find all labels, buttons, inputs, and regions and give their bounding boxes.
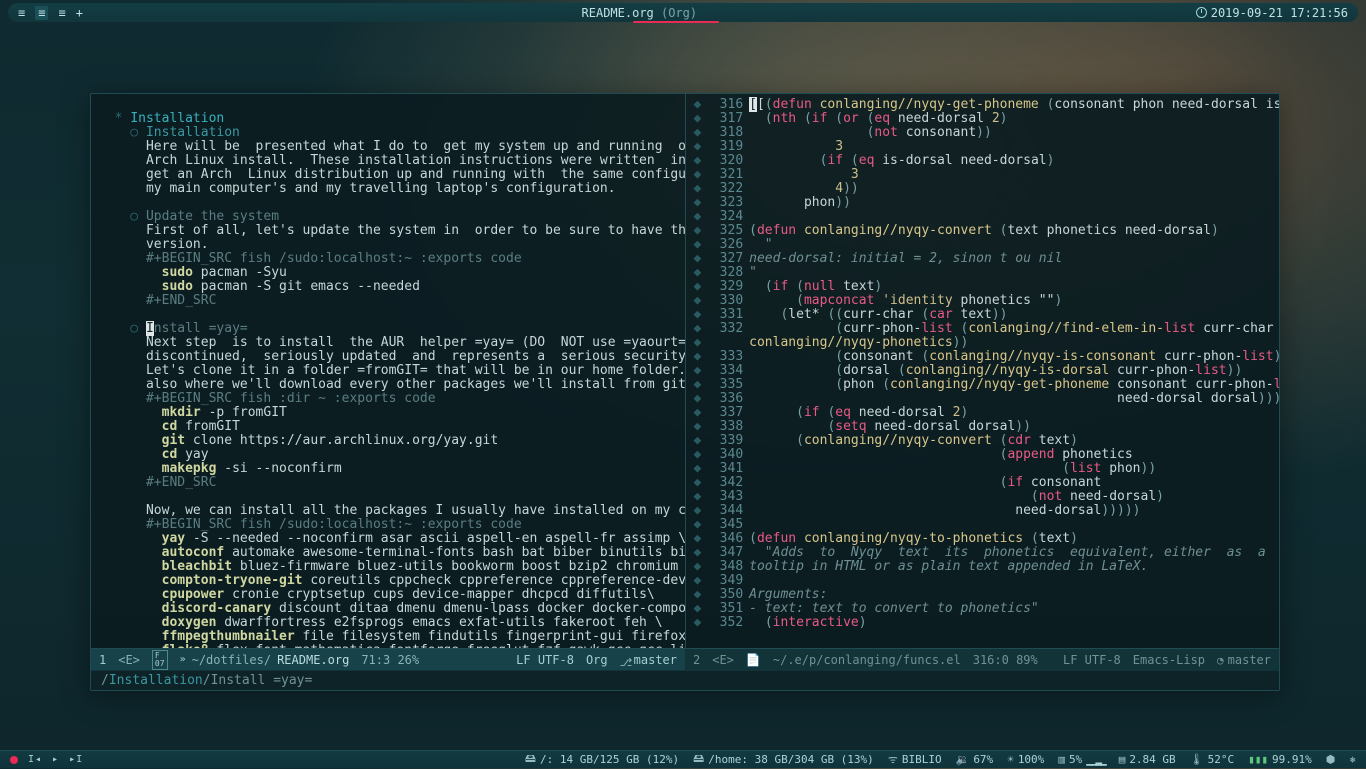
media-prev-icon[interactable]: I◂ bbox=[28, 754, 42, 765]
body-text: get an Arch Linux distribution up and ru… bbox=[146, 167, 686, 182]
active-tab-underline bbox=[633, 21, 719, 23]
add-icon[interactable]: + bbox=[76, 6, 83, 20]
clock-text: 2019-09-21 17:21:56 bbox=[1211, 6, 1348, 20]
body-text: Next step is to install the AUR helper =… bbox=[146, 335, 686, 350]
split-panes: * Installation ○ Installation Here will … bbox=[91, 94, 1279, 648]
window-titlebar: ≡ ≡ ≡ + README.org (Org) 2019-09-21 17:2… bbox=[8, 3, 1358, 22]
body-text: version. bbox=[146, 237, 209, 252]
src-begin: #+BEGIN_SRC fish /sudo:localhost:~ :expo… bbox=[146, 251, 522, 266]
git-icon bbox=[620, 655, 630, 665]
volume-icon: 🔉 bbox=[956, 753, 970, 766]
menu-icon[interactable]: ≡ bbox=[35, 6, 48, 20]
battery: ▮▮▮99.91% bbox=[1248, 753, 1312, 766]
disk-icon: 🖴 bbox=[525, 750, 536, 769]
git-branch: master bbox=[620, 653, 677, 667]
left-pane[interactable]: * Installation ○ Installation Here will … bbox=[91, 94, 686, 648]
body-text: discontinued, seriously updated and repr… bbox=[146, 349, 686, 364]
menu-icon[interactable]: ≡ bbox=[18, 6, 25, 20]
window-number: 2 bbox=[693, 653, 700, 667]
cmd: sudo bbox=[162, 279, 193, 294]
volume[interactable]: 🔉67% bbox=[956, 753, 994, 766]
temp: 🌡52°C bbox=[1190, 753, 1234, 766]
discord-icon[interactable]: ⬢ bbox=[1326, 753, 1336, 766]
sun-icon: ☀ bbox=[1007, 753, 1014, 766]
body-text: my main computer's and my travelling lap… bbox=[146, 181, 616, 196]
modelines: 1 <E> F07 » ~/dotfiles/README.org 71:3 2… bbox=[91, 648, 1279, 670]
src-end: #+END_SRC bbox=[146, 475, 216, 490]
title-text: README.org bbox=[582, 6, 654, 20]
ram: ▤2.84 GB bbox=[1119, 753, 1176, 766]
record-icon[interactable] bbox=[10, 756, 18, 764]
clock-icon bbox=[1217, 653, 1224, 667]
thermometer-icon: 🌡 bbox=[1190, 753, 1204, 766]
body-text: Arch Linux install. These installation i… bbox=[146, 153, 686, 168]
body-text: Now, we can install all the packages I u… bbox=[146, 503, 686, 518]
src-end: #+END_SRC bbox=[146, 293, 216, 308]
src-begin: #+BEGIN_SRC fish /sudo:localhost:~ :expo… bbox=[146, 517, 522, 532]
wifi-icon: ᯤ bbox=[888, 752, 898, 767]
filetype-icon: F07 bbox=[152, 650, 168, 670]
evil-state: <E> bbox=[712, 653, 734, 667]
window-title: README.org (Org) bbox=[83, 6, 1196, 20]
disk-home: 🖴/home: 38 GB/304 GB (13%) bbox=[693, 750, 874, 769]
breadcrumb-section[interactable]: Installation bbox=[109, 673, 203, 688]
git-branch: master bbox=[1217, 653, 1271, 667]
battery-icon: ▮▮▮ bbox=[1248, 753, 1268, 766]
modeline-right: 2 <E> 📄 ~/.e/p/conlanging/funcs.el 316:0… bbox=[685, 648, 1279, 670]
window-number: 1 bbox=[99, 653, 106, 667]
heading-update: Update the system bbox=[146, 209, 279, 224]
cpu-icon: ▥ bbox=[1058, 753, 1065, 766]
wifi[interactable]: ᯤBIBLIO bbox=[888, 752, 942, 767]
encoding: LF UTF-8 bbox=[1063, 653, 1121, 667]
media-next-icon[interactable]: ▸I bbox=[69, 754, 83, 765]
disk-icon: 🖴 bbox=[693, 750, 704, 769]
heading-installation-sub: Installation bbox=[146, 125, 240, 140]
src-begin: #+BEGIN_SRC fish :dir ~ :exports code bbox=[146, 391, 436, 406]
evil-state: <E> bbox=[118, 653, 140, 667]
body-text: Here will be presented what I do to get … bbox=[146, 139, 686, 154]
body-text: also where we'll download every other pa… bbox=[146, 377, 686, 392]
major-mode: Emacs-Lisp bbox=[1133, 653, 1205, 667]
cursor-position: 316:0 89% bbox=[973, 653, 1038, 667]
body-text: Let's clone it in a folder =fromGIT= tha… bbox=[146, 363, 686, 378]
location-icon[interactable]: ⎈ bbox=[1349, 753, 1356, 766]
cursor-position: 71:3 26% bbox=[361, 653, 419, 667]
media-play-icon[interactable]: ▸ bbox=[52, 754, 59, 765]
file-path: ~/.e/p/conlanging/funcs.el bbox=[773, 653, 961, 667]
right-pane[interactable]: ◆ 316[[(defun conlanging//nyqy-get-phone… bbox=[686, 94, 1280, 648]
clock-icon bbox=[1196, 7, 1207, 18]
title-mode: (Org) bbox=[661, 6, 697, 20]
ram-icon: ▤ bbox=[1119, 753, 1126, 766]
brightness[interactable]: ☀100% bbox=[1007, 753, 1044, 766]
system-bar: I◂ ▸ ▸I 🖴/: 14 GB/125 GB (12%) 🖴/home: 3… bbox=[0, 750, 1366, 768]
cpu: ▥5% ▁▁▂▁ bbox=[1058, 753, 1104, 766]
titlebar-controls: ≡ ≡ ≡ + bbox=[18, 6, 83, 20]
breadcrumb: /Installation/Install =yay= bbox=[91, 670, 1279, 690]
file-path: » ~/dotfiles/README.org bbox=[180, 653, 350, 667]
filetype-icon: 📄 bbox=[746, 653, 761, 667]
modeline-left: 1 <E> F07 » ~/dotfiles/README.org 71:3 2… bbox=[91, 648, 685, 670]
body-text: First of all, let's update the system in… bbox=[146, 223, 686, 238]
major-mode: Org bbox=[586, 653, 608, 667]
menu-icon[interactable]: ≡ bbox=[58, 6, 65, 20]
clock: 2019-09-21 17:21:56 bbox=[1196, 6, 1348, 20]
heading-installation: Installation bbox=[130, 111, 224, 126]
encoding: LF UTF-8 bbox=[516, 653, 574, 667]
breadcrumb-section[interactable]: Install =yay= bbox=[211, 673, 313, 688]
cmd: sudo bbox=[162, 265, 193, 280]
disk-root: 🖴/: 14 GB/125 GB (12%) bbox=[525, 750, 679, 769]
editor-window: * Installation ○ Installation Here will … bbox=[90, 93, 1280, 691]
